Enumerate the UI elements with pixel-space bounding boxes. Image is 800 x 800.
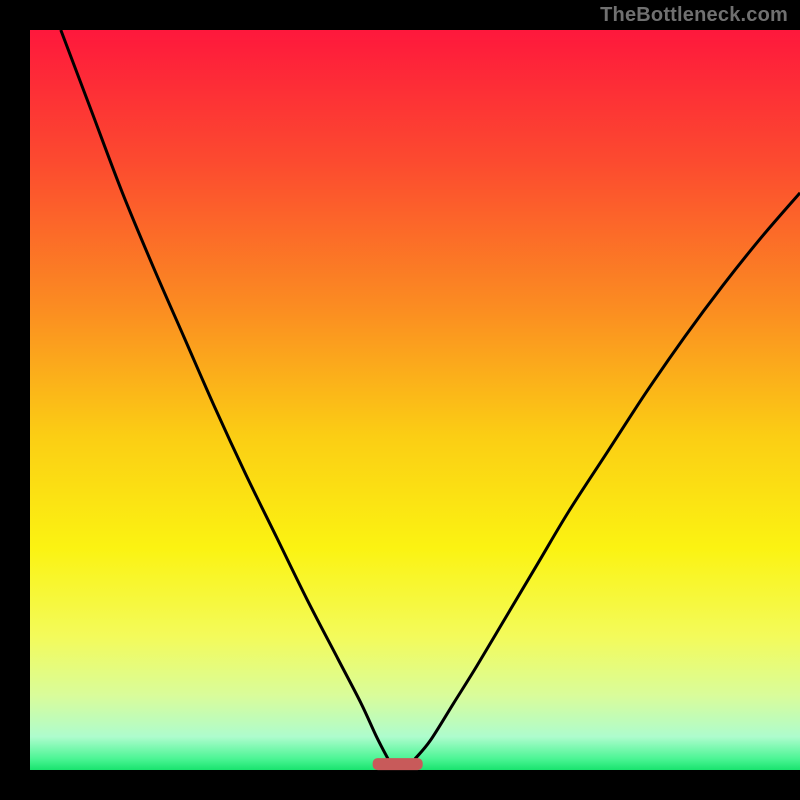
plot-background (30, 30, 800, 770)
watermark-text: TheBottleneck.com (600, 4, 788, 27)
bottleneck-chart (0, 0, 800, 800)
bottleneck-marker (373, 758, 423, 770)
chart-container: { "watermark": "TheBottleneck.com", "cha… (0, 0, 800, 800)
